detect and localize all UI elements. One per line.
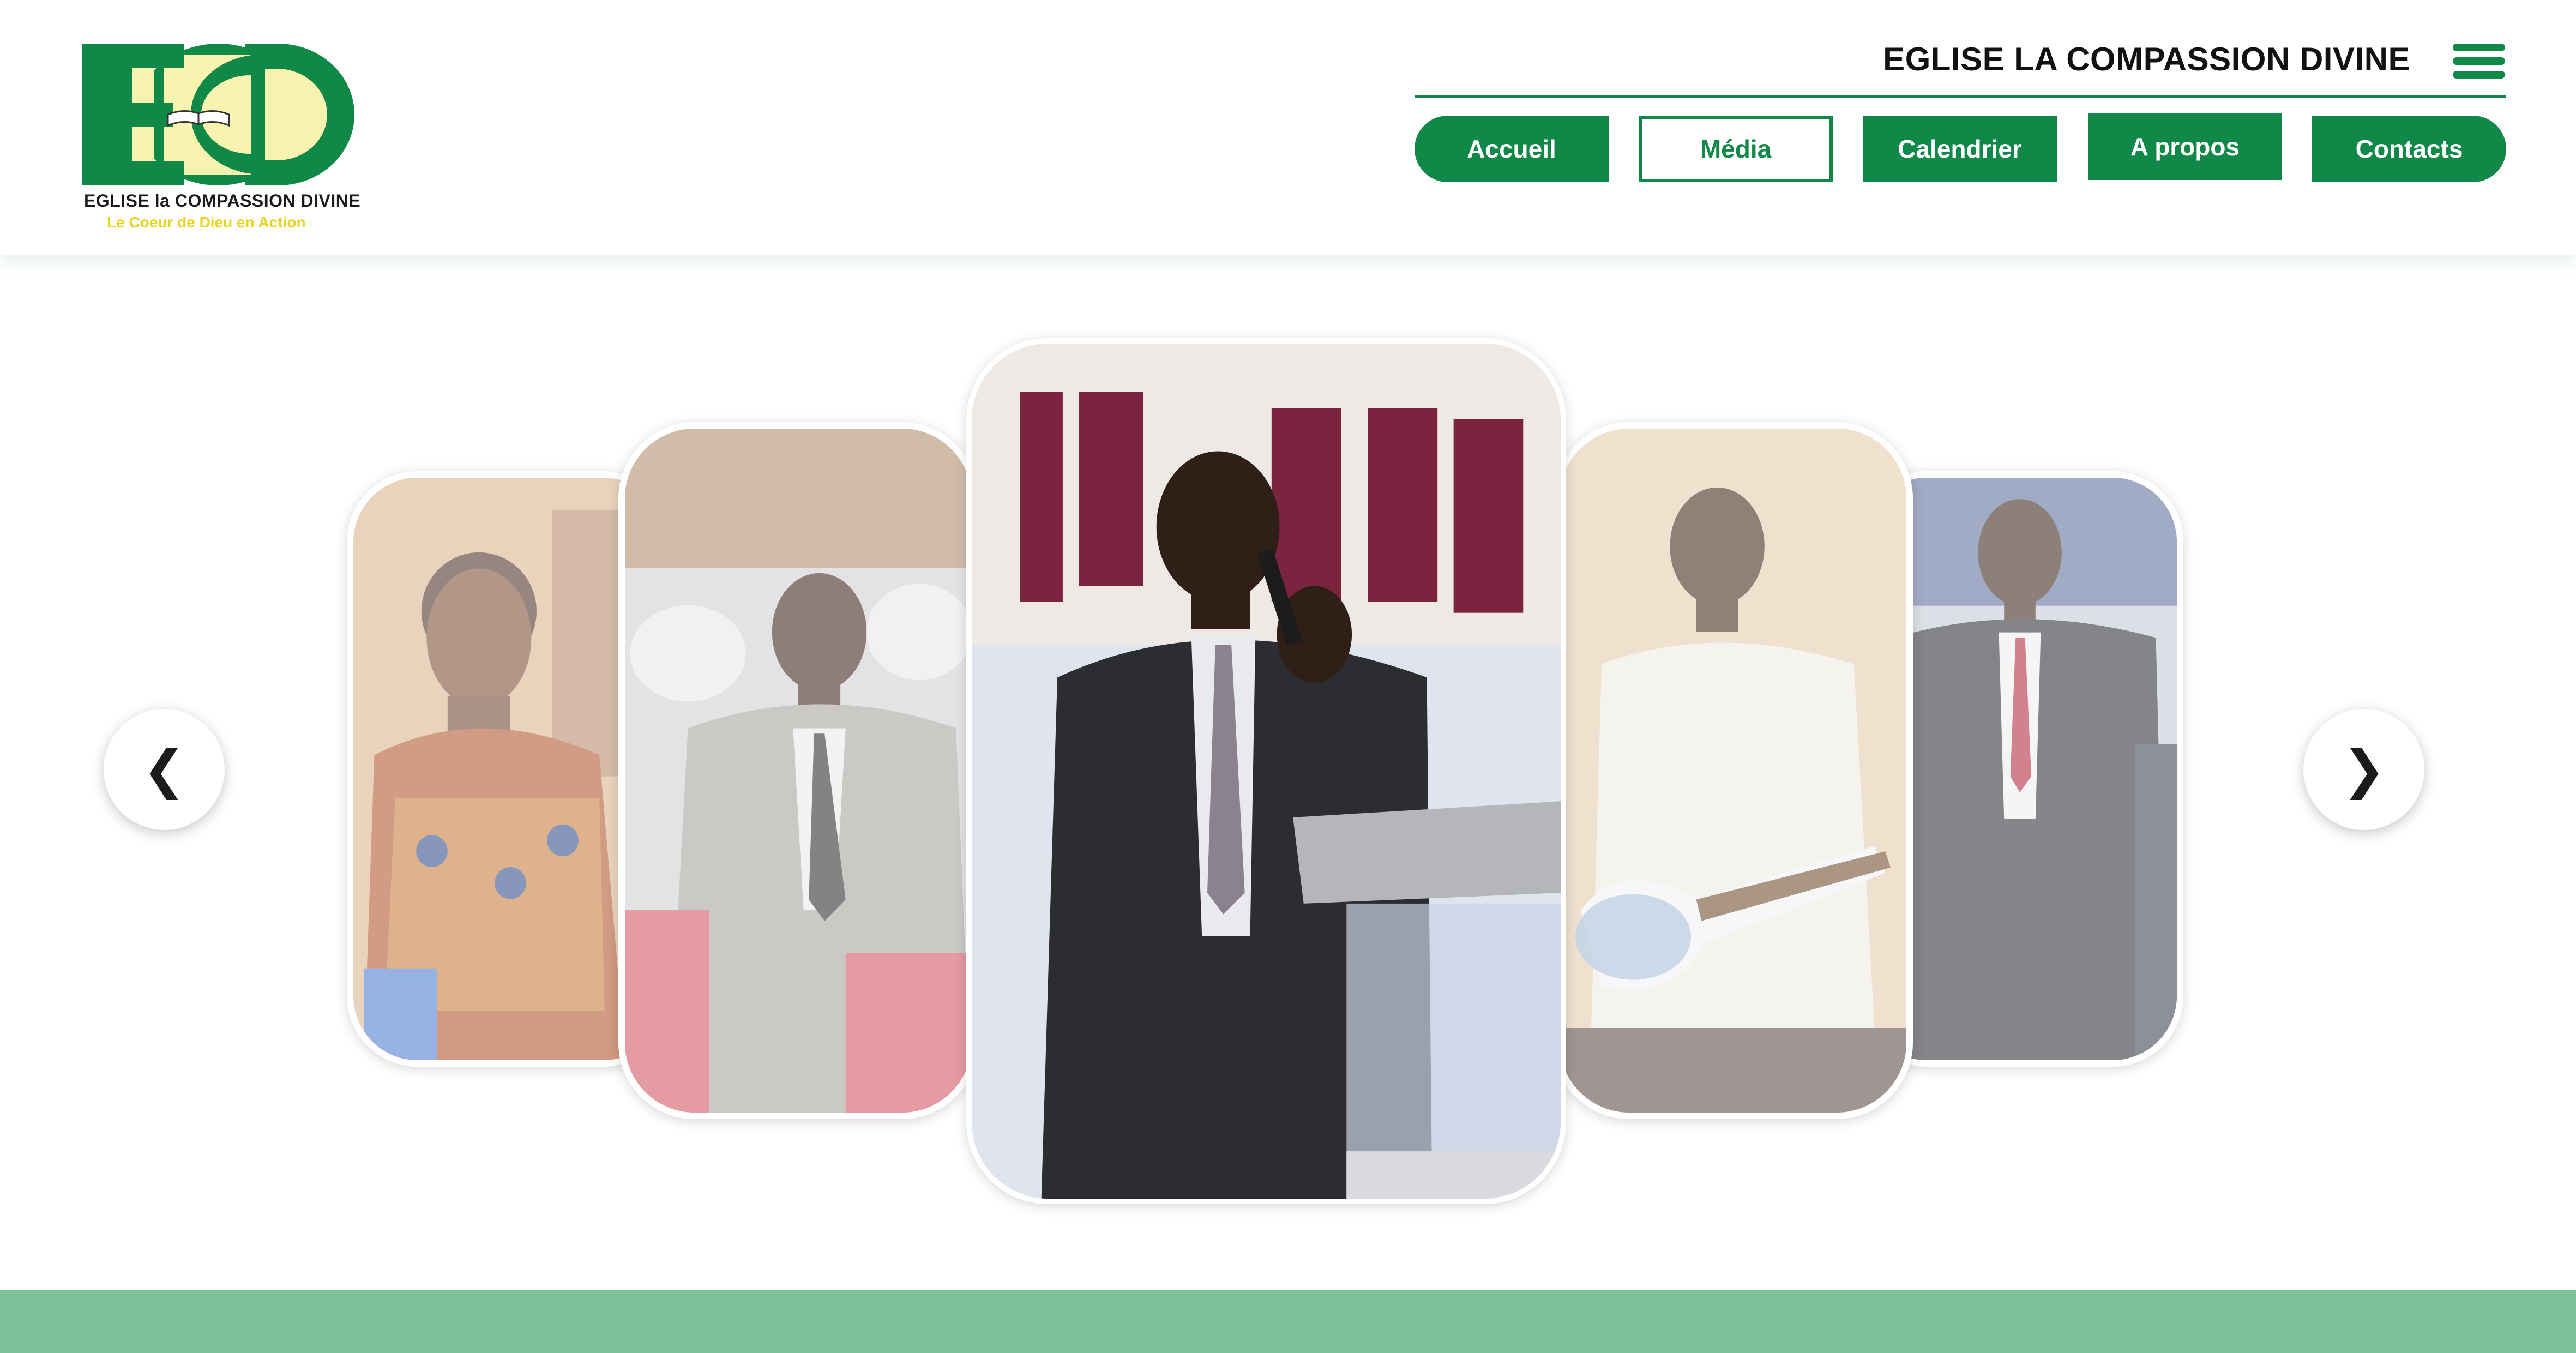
nav-accueil[interactable]: Accueil xyxy=(1415,116,1609,182)
nav-contacts[interactable]: Contacts xyxy=(2312,116,2506,182)
media-carousel: ❮ ❯ xyxy=(0,255,2576,1291)
site-header: EGLISE la COMPASSION DIVINE Le Coeur de … xyxy=(0,0,2576,255)
hamburger-menu-icon[interactable] xyxy=(2453,44,2505,79)
carousel-slide[interactable] xyxy=(1553,422,1913,1119)
main-nav: Accueil Média Calendrier A propos Contac… xyxy=(1415,113,2506,182)
chevron-left-icon[interactable]: ❮ xyxy=(104,709,225,830)
hamburger-bar xyxy=(2453,44,2505,51)
nav-calendrier[interactable]: Calendrier xyxy=(1863,116,2057,182)
header-divider xyxy=(1415,95,2506,98)
footer-band xyxy=(0,1290,2576,1353)
carousel-slide[interactable] xyxy=(618,422,978,1119)
nav-a-propos[interactable]: A propos xyxy=(2088,113,2282,180)
nav-media[interactable]: Média xyxy=(1639,116,1833,182)
hamburger-bar xyxy=(2453,71,2505,79)
church-logo[interactable]: EGLISE la COMPASSION DIVINE Le Coeur de … xyxy=(82,44,360,234)
logo-name: EGLISE la COMPASSION DIVINE xyxy=(84,191,361,211)
ecd-logo-mark xyxy=(82,44,354,185)
slide-photo-preacher xyxy=(972,344,1561,1199)
hamburger-bar xyxy=(2453,57,2505,65)
logo-tagline: Le Coeur de Dieu en Action xyxy=(107,214,306,231)
carousel-slide-active[interactable] xyxy=(966,338,1566,1204)
chevron-right-icon[interactable]: ❯ xyxy=(2303,709,2424,830)
site-title: EGLISE LA COMPASSION DIVINE xyxy=(1883,41,2410,77)
